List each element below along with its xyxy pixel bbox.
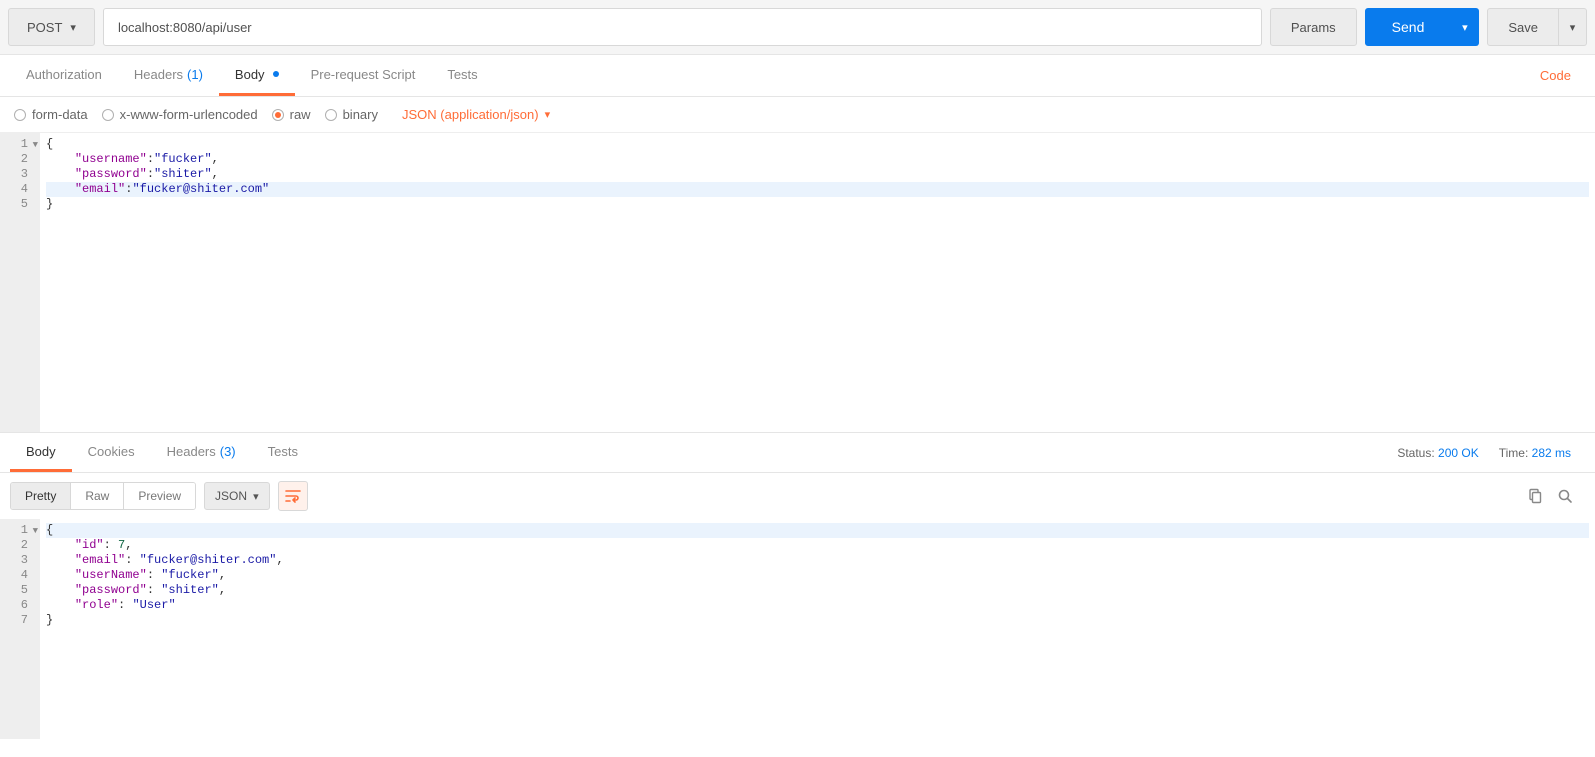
unsaved-dot-icon bbox=[273, 71, 279, 77]
save-button[interactable]: Save bbox=[1487, 8, 1559, 46]
search-response-button[interactable] bbox=[1557, 488, 1573, 504]
tab-authorization[interactable]: Authorization bbox=[10, 55, 118, 96]
view-pretty[interactable]: Pretty bbox=[11, 483, 70, 509]
view-preview[interactable]: Preview bbox=[123, 483, 195, 509]
send-button-label: Send bbox=[1392, 19, 1425, 35]
tab-label: Pre-request Script bbox=[311, 67, 416, 82]
save-dropdown-button[interactable]: ▾ bbox=[1559, 8, 1587, 46]
tab-count: (3) bbox=[220, 444, 236, 459]
tab-label: Tests bbox=[447, 67, 477, 82]
tab-label: Body bbox=[26, 444, 56, 459]
request-bar: POST ▾ Params Send ▾ Save ▾ bbox=[0, 0, 1595, 55]
tab-tests[interactable]: Tests bbox=[431, 55, 493, 96]
editor-gutter: 1▼234567 bbox=[0, 519, 40, 739]
format-label: JSON bbox=[215, 489, 247, 503]
radio-form-data[interactable]: form-data bbox=[14, 107, 88, 122]
tab-response-body[interactable]: Body bbox=[10, 433, 72, 472]
tab-response-tests[interactable]: Tests bbox=[252, 433, 314, 472]
fold-icon[interactable]: ▼ bbox=[33, 138, 38, 153]
http-method-select[interactable]: POST ▾ bbox=[8, 8, 95, 46]
tab-response-cookies[interactable]: Cookies bbox=[72, 433, 151, 472]
content-type-label: JSON (application/json) bbox=[402, 107, 539, 122]
radio-icon bbox=[272, 109, 284, 121]
radio-icon bbox=[14, 109, 26, 121]
view-raw[interactable]: Raw bbox=[70, 483, 123, 509]
fold-icon[interactable]: ▼ bbox=[33, 524, 38, 539]
chevron-down-icon: ▾ bbox=[1462, 21, 1468, 34]
save-button-label: Save bbox=[1508, 20, 1538, 35]
save-button-group: Save ▾ bbox=[1487, 8, 1587, 46]
response-body-editor[interactable]: 1▼234567 { "id": 7, "email": "fucker@shi… bbox=[0, 519, 1595, 739]
body-type-row: form-data x-www-form-urlencoded raw bina… bbox=[0, 97, 1595, 133]
tab-prerequest-script[interactable]: Pre-request Script bbox=[295, 55, 432, 96]
wrap-lines-button[interactable] bbox=[278, 481, 308, 511]
copy-response-button[interactable] bbox=[1527, 488, 1543, 504]
generate-code-link[interactable]: Code bbox=[1540, 68, 1585, 83]
params-button[interactable]: Params bbox=[1270, 8, 1357, 46]
tab-label: Body bbox=[235, 67, 265, 82]
tab-label: Headers bbox=[167, 444, 216, 459]
editor-code: { "id": 7, "email": "fucker@shiter.com",… bbox=[40, 519, 1595, 739]
status-value: 200 OK bbox=[1438, 446, 1479, 460]
copy-icon bbox=[1527, 488, 1543, 504]
radio-label: form-data bbox=[32, 107, 88, 122]
send-button-group: Send ▾ bbox=[1365, 8, 1480, 46]
editor-code[interactable]: { "username":"fucker", "password":"shite… bbox=[40, 133, 1595, 432]
request-body-editor[interactable]: 1▼2345 { "username":"fucker", "password"… bbox=[0, 133, 1595, 433]
send-button[interactable]: Send bbox=[1365, 8, 1452, 46]
request-tabs: Authorization Headers (1) Body Pre-reque… bbox=[0, 55, 1595, 97]
response-toolbar: Pretty Raw Preview JSON ▾ bbox=[0, 473, 1595, 519]
params-button-label: Params bbox=[1291, 20, 1336, 35]
radio-binary[interactable]: binary bbox=[325, 107, 378, 122]
chevron-down-icon: ▾ bbox=[1570, 21, 1576, 34]
search-icon bbox=[1557, 488, 1573, 504]
wrap-icon bbox=[285, 489, 301, 503]
code-link-label: Code bbox=[1540, 68, 1571, 83]
time-label: Time: 282 ms bbox=[1499, 446, 1571, 460]
tab-count: (1) bbox=[187, 67, 203, 82]
tab-response-headers[interactable]: Headers (3) bbox=[151, 433, 252, 472]
chevron-down-icon: ▾ bbox=[545, 108, 551, 121]
radio-urlencoded[interactable]: x-www-form-urlencoded bbox=[102, 107, 258, 122]
response-view-segment: Pretty Raw Preview bbox=[10, 482, 196, 510]
chevron-down-icon: ▾ bbox=[70, 21, 76, 34]
radio-icon bbox=[325, 109, 337, 121]
editor-gutter: 1▼2345 bbox=[0, 133, 40, 432]
radio-label: raw bbox=[290, 107, 311, 122]
tab-headers[interactable]: Headers (1) bbox=[118, 55, 219, 96]
radio-icon bbox=[102, 109, 114, 121]
tab-label: Headers bbox=[134, 67, 183, 82]
response-format-select[interactable]: JSON ▾ bbox=[204, 482, 270, 510]
http-method-label: POST bbox=[27, 20, 62, 35]
radio-label: binary bbox=[343, 107, 378, 122]
send-dropdown-button[interactable]: ▾ bbox=[1451, 8, 1479, 46]
status-label: Status: 200 OK bbox=[1397, 446, 1478, 460]
chevron-down-icon: ▾ bbox=[253, 490, 259, 503]
response-meta: Status: 200 OK Time: 282 ms bbox=[1397, 446, 1585, 460]
response-actions bbox=[1527, 488, 1585, 504]
radio-label: x-www-form-urlencoded bbox=[120, 107, 258, 122]
time-value: 282 ms bbox=[1532, 446, 1571, 460]
tab-body[interactable]: Body bbox=[219, 55, 295, 96]
url-input[interactable] bbox=[103, 8, 1262, 46]
tab-label: Tests bbox=[268, 444, 298, 459]
content-type-select[interactable]: JSON (application/json) ▾ bbox=[402, 107, 550, 122]
radio-raw[interactable]: raw bbox=[272, 107, 311, 122]
tab-label: Cookies bbox=[88, 444, 135, 459]
tab-label: Authorization bbox=[26, 67, 102, 82]
response-tabs: Body Cookies Headers (3) Tests Status: 2… bbox=[0, 433, 1595, 473]
